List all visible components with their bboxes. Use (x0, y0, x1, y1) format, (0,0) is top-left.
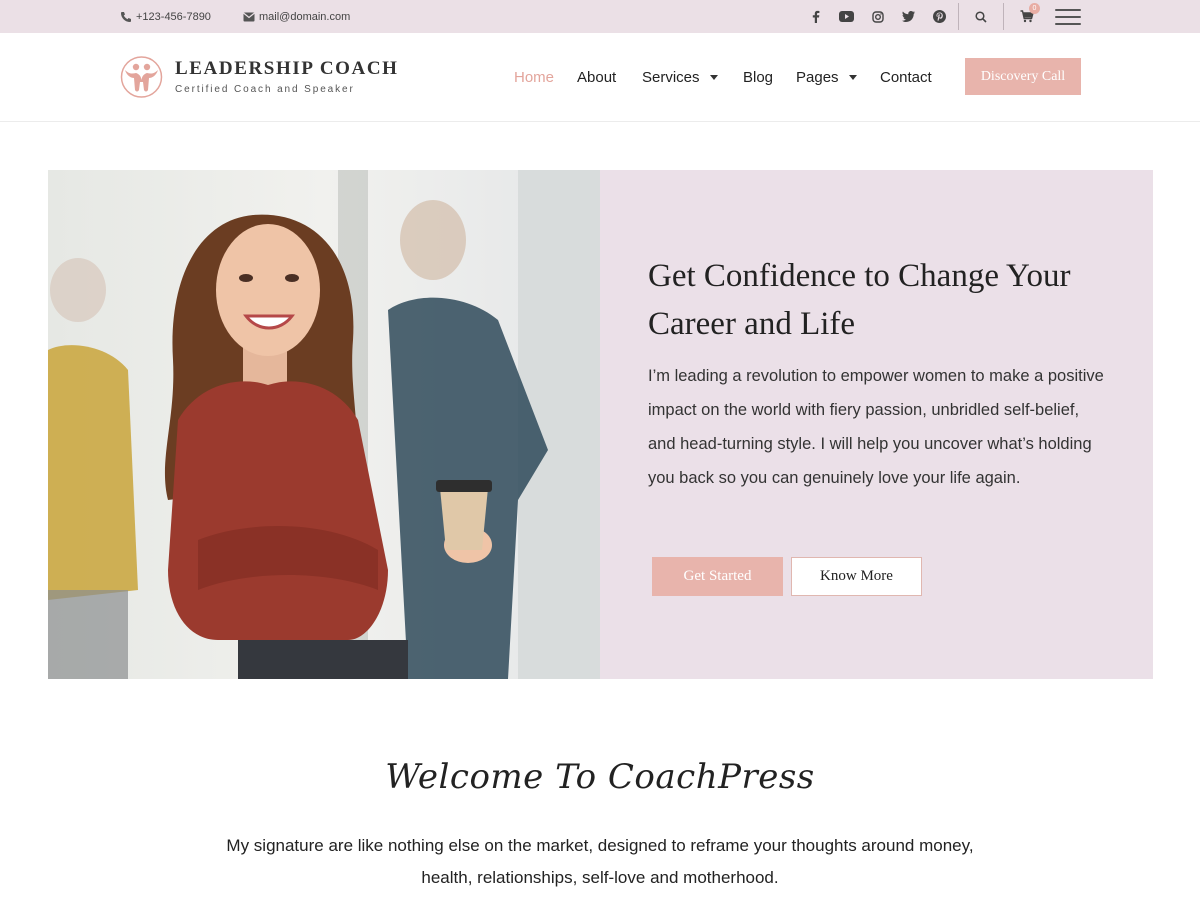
search-icon[interactable] (968, 0, 994, 33)
logo-icon[interactable] (119, 56, 164, 98)
phone-contact[interactable]: +123-456-7890 (120, 0, 211, 33)
know-more-button[interactable]: Know More (791, 557, 922, 596)
topbar-divider (1003, 3, 1004, 30)
hero-description: I’m leading a revolution to empower wome… (648, 367, 1104, 487)
chevron-down-icon (848, 74, 857, 80)
hamburger-menu-icon[interactable] (1055, 9, 1081, 25)
site-title[interactable]: LEADERSHIP COACH (175, 58, 399, 80)
nav-item-home[interactable]: Home (514, 67, 554, 87)
hero-image (48, 170, 600, 679)
nav-item-label: Services (642, 68, 700, 86)
social-links (800, 0, 955, 33)
email-address: mail@domain.com (259, 10, 351, 23)
email-contact[interactable]: mail@domain.com (243, 0, 350, 33)
welcome-title: Welcome To CoachPress (385, 757, 815, 797)
instagram-icon[interactable] (862, 0, 893, 33)
welcome-description: My signature are like nothing else on th… (226, 836, 974, 887)
top-bar: +123-456-7890 mail@domain.com 0 (0, 0, 1200, 33)
phone-number: +123-456-7890 (136, 10, 211, 23)
get-started-button[interactable]: Get Started (652, 557, 783, 596)
topbar-divider (958, 3, 959, 30)
nav-item-blog[interactable]: Blog (743, 67, 773, 87)
pinterest-icon[interactable] (924, 0, 955, 33)
nav-item-pages[interactable]: Pages (796, 67, 857, 87)
hero-title: Get Confidence to Change Your Career and… (648, 258, 1071, 342)
phone-icon (121, 11, 131, 22)
envelope-icon (243, 12, 255, 21)
cart-count-badge: 0 (1029, 3, 1040, 14)
nav-item-contact[interactable]: Contact (880, 67, 932, 87)
youtube-icon[interactable] (831, 0, 862, 33)
nav-item-services[interactable]: Services (642, 67, 718, 87)
site-tagline: Certified Coach and Speaker (175, 84, 355, 95)
facebook-icon[interactable] (800, 0, 831, 33)
discovery-call-button[interactable]: Discovery Call (965, 58, 1081, 95)
chevron-down-icon (709, 74, 718, 80)
nav-item-about[interactable]: About (577, 67, 616, 87)
nav-item-label: Pages (796, 68, 839, 86)
twitter-icon[interactable] (893, 0, 924, 33)
site-header: LEADERSHIP COACH Certified Coach and Spe… (0, 33, 1200, 122)
